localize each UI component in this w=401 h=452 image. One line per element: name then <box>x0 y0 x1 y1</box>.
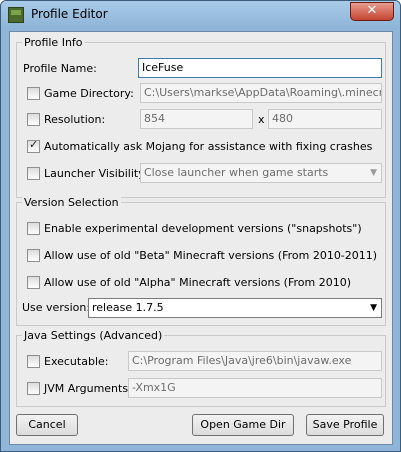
open-game-dir-button[interactable]: Open Game Dir <box>192 414 294 436</box>
java-settings-title: Java Settings (Advanced) <box>22 329 165 342</box>
resolution-width-field[interactable]: 854 <box>140 109 253 129</box>
jvm-arguments-checkbox[interactable] <box>27 382 40 395</box>
dropdown-arrow-icon: ▼ <box>370 168 377 178</box>
save-profile-button[interactable]: Save Profile <box>306 414 384 436</box>
auto-ask-checkbox[interactable] <box>27 138 40 153</box>
launcher-visibility-value: Close launcher when game starts <box>144 166 329 179</box>
close-icon: ✕ <box>366 3 378 18</box>
use-version-value: release 1.7.5 <box>92 301 164 314</box>
profile-info-title: Profile Info <box>22 36 85 49</box>
use-version-select[interactable]: release 1.7.5 ▼ <box>88 298 382 318</box>
cancel-button[interactable]: Cancel <box>16 414 78 436</box>
snapshots-checkbox[interactable] <box>27 222 40 235</box>
launcher-visibility-select[interactable]: Close launcher when game starts ▼ <box>140 163 382 183</box>
beta-checkbox[interactable] <box>27 249 40 262</box>
version-selection-title: Version Selection <box>22 196 121 209</box>
jvm-arguments-label: JVM Arguments: <box>44 382 132 395</box>
minecraft-grass-block-icon <box>8 7 24 23</box>
dropdown-arrow-icon: ▼ <box>370 303 377 313</box>
resolution-x-label: x <box>258 113 265 126</box>
launcher-visibility-label: Launcher Visibility: <box>44 167 148 180</box>
profile-editor-window: Profile Editor ✕ Profile Info Profile Na… <box>0 0 401 452</box>
resolution-label: Resolution: <box>44 113 106 126</box>
resolution-height-field[interactable]: 480 <box>268 109 382 129</box>
title-bar[interactable]: Profile Editor ✕ <box>1 1 400 29</box>
window-title: Profile Editor <box>31 7 108 21</box>
use-version-label: Use version: <box>22 301 91 314</box>
executable-checkbox[interactable] <box>27 355 40 368</box>
close-button[interactable]: ✕ <box>350 2 394 21</box>
alpha-checkbox[interactable] <box>27 276 40 289</box>
launcher-visibility-checkbox[interactable] <box>27 167 40 180</box>
game-directory-field[interactable]: C:\Users\markse\AppData\Roaming\.minecra… <box>140 83 382 103</box>
jvm-arguments-field[interactable]: -Xmx1G <box>128 378 382 398</box>
profile-name-label: Profile Name: <box>23 62 97 75</box>
game-directory-checkbox[interactable] <box>27 87 40 100</box>
game-directory-label: Game Directory: <box>44 87 134 100</box>
executable-label: Executable: <box>44 355 109 368</box>
executable-field[interactable]: C:\Program Files\Java\jre6\bin\javaw.exe <box>128 351 382 371</box>
profile-name-input[interactable]: IceFuse <box>138 58 382 78</box>
resolution-checkbox[interactable] <box>27 113 40 126</box>
beta-label: Allow use of old "Beta" Minecraft versio… <box>44 249 378 262</box>
dialog-content: Profile Info Profile Name: IceFuse Game … <box>9 31 393 445</box>
snapshots-label: Enable experimental development versions… <box>44 222 362 235</box>
auto-ask-label: Automatically ask Mojang for assistance … <box>44 140 373 153</box>
alpha-label: Allow use of old "Alpha" Minecraft versi… <box>44 276 352 289</box>
